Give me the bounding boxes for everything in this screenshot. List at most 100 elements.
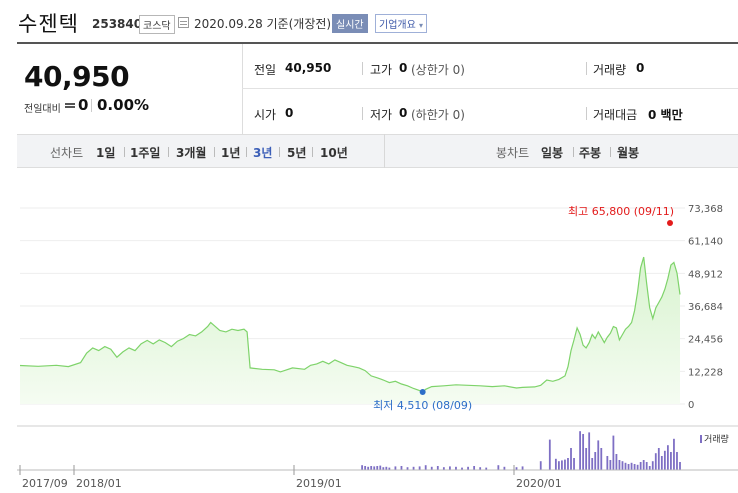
company-overview-label: 기업개요 — [379, 20, 416, 31]
volume-bar — [651, 461, 654, 470]
volume-bar — [373, 466, 376, 470]
volume-bar — [418, 466, 421, 470]
unchanged-icon — [65, 106, 75, 108]
volume-bar — [639, 462, 642, 470]
tab-separator — [168, 147, 169, 157]
candle-tab[interactable]: 월봉 — [617, 144, 639, 161]
stats-separator — [586, 62, 587, 75]
y-tick-label: 12,228 — [688, 367, 723, 378]
volume-bar — [400, 466, 403, 470]
volume-bar — [564, 459, 566, 470]
prev-close-label: 전일 — [254, 63, 277, 77]
volume-bar — [673, 438, 675, 470]
volume-bar — [557, 461, 560, 470]
stats-separator — [586, 107, 587, 120]
high-label: 고가 — [370, 63, 393, 77]
volume-bar — [660, 456, 663, 470]
volume-bar — [594, 452, 597, 470]
company-overview-button[interactable]: 기업개요 ▾ — [375, 14, 428, 33]
stats-separator — [362, 62, 363, 75]
volume-bar — [636, 464, 639, 470]
volume-bar — [394, 466, 397, 470]
y-tick-label: 61,140 — [688, 237, 723, 248]
y-tick-label: 36,684 — [688, 302, 723, 313]
x-tick-label: 2018/01 — [76, 477, 122, 490]
low-value: 0 — [399, 106, 408, 120]
base-date: 2020.09.28 기준(개장전) — [194, 17, 332, 31]
diff-label: 전일대비 — [24, 104, 61, 115]
min-price-marker — [419, 388, 426, 395]
amount-value: 0 백만 — [648, 108, 683, 122]
volume-bar — [548, 439, 551, 470]
candle-tab[interactable]: 일봉 — [541, 144, 563, 161]
y-tick-label: 73,368 — [688, 204, 723, 215]
chevron-down-icon: ▾ — [419, 21, 424, 30]
tab-separator — [279, 147, 280, 157]
x-tick-label: 2017/09 — [22, 477, 68, 490]
candle-tab[interactable]: 주봉 — [579, 144, 601, 161]
volume-bar — [679, 462, 681, 470]
volume-bar — [642, 460, 645, 470]
calendar-icon — [178, 17, 189, 28]
volume-bar — [497, 465, 500, 470]
volume-bar — [473, 466, 476, 470]
max-price-label: 최고 65,800 (09/11) — [568, 205, 674, 218]
period-tab[interactable]: 3개월 — [176, 144, 206, 161]
company-name: 수젠텍 — [18, 12, 79, 36]
tab-separator — [246, 147, 247, 157]
volume-bar — [570, 448, 572, 470]
volume-bar — [539, 461, 542, 470]
y-tick-label: 0 — [688, 400, 694, 411]
volume-bar — [364, 466, 367, 470]
period-tab[interactable]: 10년 — [320, 144, 348, 161]
current-price: 40,950 — [24, 60, 130, 93]
period-tab[interactable]: 1년 — [221, 144, 240, 161]
period-tab[interactable]: 3년 — [253, 144, 272, 161]
amount-label: 거래대금 — [593, 108, 638, 122]
volume-bar — [579, 431, 581, 470]
volume-bar — [554, 458, 557, 470]
period-tab[interactable]: 1일 — [96, 144, 115, 161]
volume-bar — [654, 453, 657, 470]
open-value: 0 — [285, 106, 294, 120]
volume-bar — [645, 462, 648, 470]
volume-bar — [361, 465, 364, 470]
x-tick-label: 2020/01 — [516, 477, 562, 490]
lower-limit: (하한가 0) — [411, 108, 465, 122]
volume-bar — [573, 458, 575, 470]
period-tab[interactable]: 5년 — [287, 144, 306, 161]
x-tick-label: 2019/01 — [296, 477, 342, 490]
y-tick-label: 24,456 — [688, 335, 723, 346]
volume-bar — [627, 464, 630, 470]
max-price-marker — [667, 220, 673, 226]
volume-bar — [424, 465, 427, 470]
volume-bar — [606, 456, 609, 470]
volume-bar — [648, 466, 651, 470]
stock-header: 수젠텍 253840 코스닥 2020.09.28 기준(개장전) 실시간 기업… — [0, 0, 738, 44]
volume-legend: 거래량 — [700, 432, 729, 445]
tab-separator — [573, 147, 574, 157]
volume-bar — [612, 435, 615, 470]
volume-bar — [591, 458, 594, 470]
candle-chart-label: 봉차트 — [496, 146, 530, 160]
volume-bar — [663, 450, 666, 470]
volume-bar — [670, 452, 672, 470]
stats-row-divider — [242, 88, 738, 89]
prev-close-value: 40,950 — [285, 61, 332, 75]
volume-bar — [615, 454, 618, 470]
volume-bar — [618, 460, 621, 470]
diff-separator — [91, 99, 92, 112]
volume-bar — [567, 458, 569, 470]
volume-bar — [621, 461, 624, 470]
volume-bar — [561, 460, 563, 470]
period-tab[interactable]: 1주일 — [130, 144, 160, 161]
volume-bar — [521, 466, 524, 470]
price-chart[interactable]: 73,368 61,140 48,912 36,684 24,456 12,228 0 최고 … — [0, 168, 738, 493]
open-label: 시가 — [254, 108, 277, 122]
volume-bar — [582, 434, 585, 470]
volume-bar — [600, 448, 603, 470]
low-label: 저가 — [370, 108, 393, 122]
realtime-badge[interactable]: 실시간 — [332, 14, 368, 33]
volume-bar — [449, 466, 451, 470]
y-tick-label: 48,912 — [688, 269, 723, 280]
